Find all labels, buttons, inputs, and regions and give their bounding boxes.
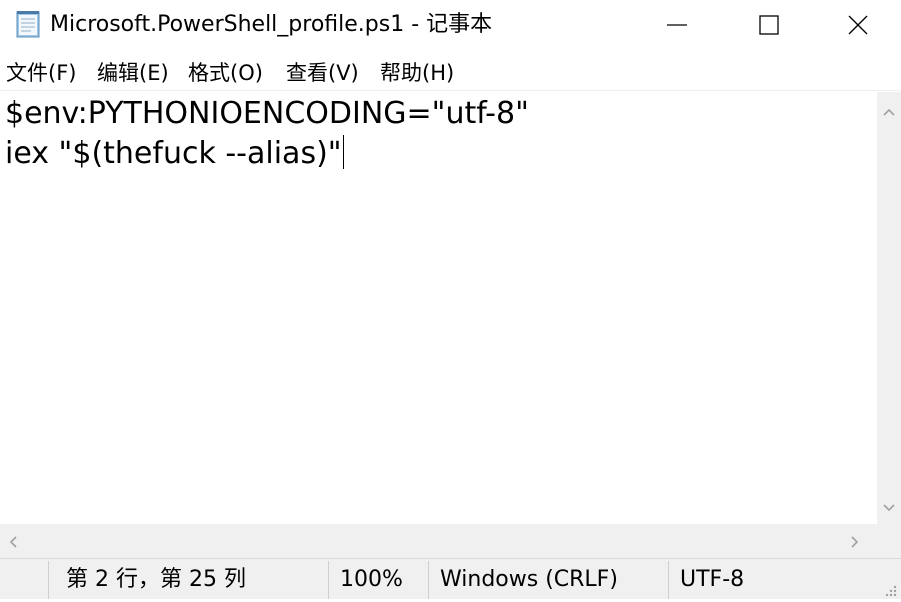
minimize-button[interactable] xyxy=(631,0,723,50)
horizontal-scrollbar[interactable] xyxy=(0,524,877,558)
editor-line-text: iex "$(thefuck --alias)" xyxy=(5,136,342,171)
text-caret xyxy=(342,135,344,169)
status-encoding: UTF-8 xyxy=(680,567,745,592)
status-cursor-position: 第 2 行，第 25 列 xyxy=(66,567,246,592)
menu-view[interactable]: 查看(V) xyxy=(284,58,361,88)
close-button[interactable] xyxy=(815,0,901,50)
maximize-icon xyxy=(759,15,779,35)
scroll-up-icon[interactable] xyxy=(882,102,896,121)
menu-bar: 文件(F) 编辑(E) 格式(O) 查看(V) 帮助(H) xyxy=(0,56,901,91)
status-bar: 第 2 行，第 25 列 100% Windows (CRLF) UTF-8 xyxy=(0,558,901,599)
close-icon xyxy=(848,15,868,35)
window-title: Microsoft.PowerShell_profile.ps1 - 记事本 xyxy=(50,12,493,37)
vertical-scrollbar[interactable] xyxy=(877,92,901,524)
text-editor[interactable]: $env:PYTHONIOENCODING="utf-8" iex "$(the… xyxy=(0,92,877,524)
resize-grip-icon[interactable] xyxy=(884,583,898,602)
editor-line: $env:PYTHONIOENCODING="utf-8" xyxy=(5,96,529,131)
status-divider xyxy=(668,561,669,599)
status-zoom: 100% xyxy=(340,567,403,592)
menu-edit[interactable]: 编辑(E) xyxy=(95,58,171,88)
status-divider xyxy=(428,561,429,599)
title-bar: Microsoft.PowerShell_profile.ps1 - 记事本 xyxy=(0,0,901,50)
status-divider xyxy=(48,561,49,599)
status-divider xyxy=(328,561,329,599)
menu-format[interactable]: 格式(O) xyxy=(186,58,265,88)
minimize-icon xyxy=(667,24,687,26)
notepad-icon[interactable] xyxy=(13,9,43,39)
editor-line-with-caret: iex "$(thefuck --alias)" xyxy=(5,134,344,174)
scrollbar-corner xyxy=(877,524,901,558)
scroll-right-icon[interactable] xyxy=(850,534,860,553)
status-line-ending: Windows (CRLF) xyxy=(440,567,618,592)
menu-help[interactable]: 帮助(H) xyxy=(378,58,456,88)
menu-file[interactable]: 文件(F) xyxy=(4,58,78,88)
scroll-left-icon[interactable] xyxy=(8,534,18,553)
scroll-down-icon[interactable] xyxy=(882,498,896,517)
maximize-button[interactable] xyxy=(723,0,815,50)
